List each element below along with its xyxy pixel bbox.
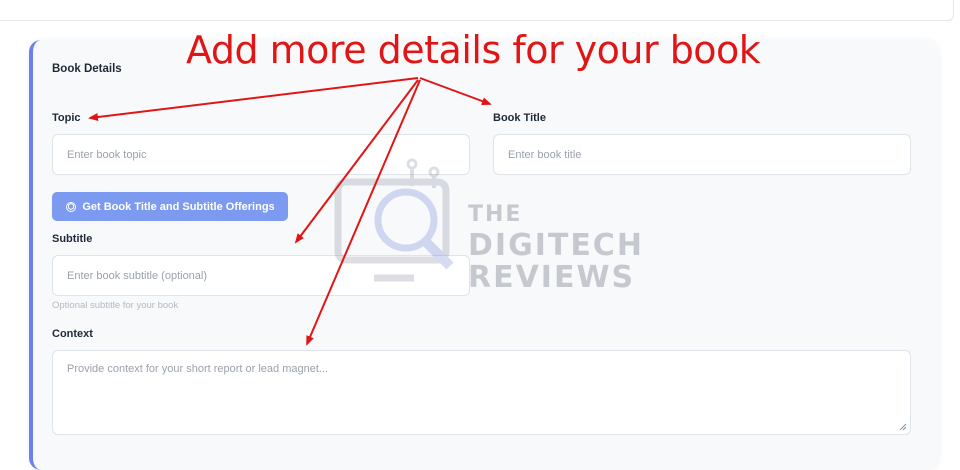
arrow-to-book-title xyxy=(419,77,492,105)
annotation-arrows xyxy=(88,77,492,346)
arrow-to-context xyxy=(306,79,421,346)
arrow-to-subtitle xyxy=(294,79,419,244)
arrow-to-topic xyxy=(88,77,419,122)
